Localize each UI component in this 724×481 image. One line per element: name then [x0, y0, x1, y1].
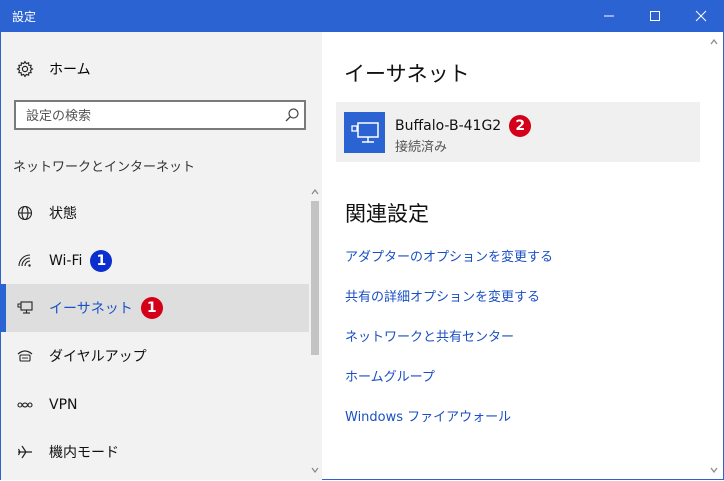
airplane-icon [15, 442, 35, 462]
sidebar-item-vpn[interactable]: VPN [1, 381, 309, 429]
sidebar: ホーム ネットワークとインターネット 状態 [1, 32, 322, 480]
search-icon[interactable] [284, 107, 300, 127]
gear-icon [15, 59, 35, 79]
title-bar: 設定 [0, 0, 724, 32]
sidebar-item-status[interactable]: 状態 [1, 189, 309, 237]
minimize-button[interactable] [586, 0, 632, 32]
main-scrollbar[interactable] [708, 33, 720, 479]
network-name: Buffalo-B-41G2 [395, 118, 502, 134]
scroll-down-icon[interactable] [709, 465, 719, 475]
link-advanced-sharing[interactable]: 共有の詳細オプションを変更する [345, 286, 540, 305]
related-settings-heading: 関連設定 [345, 202, 429, 226]
home-label: ホーム [49, 62, 91, 78]
annotation-badge: 1 [140, 297, 163, 319]
link-homegroup[interactable]: ホームグループ [345, 366, 435, 385]
link-adapter-options[interactable]: アダプターのオプションを変更する [345, 246, 553, 265]
sidebar-item-label: ダイヤルアップ [49, 349, 147, 365]
sidebar-item-wifi[interactable]: Wi-Fi 1 [1, 237, 309, 285]
ethernet-icon [344, 112, 385, 153]
sidebar-item-dialup[interactable]: ダイヤルアップ [1, 332, 309, 380]
close-icon [695, 10, 707, 22]
dialup-icon [15, 346, 35, 366]
window-title: 設定 [12, 10, 37, 24]
scroll-up-icon[interactable] [310, 187, 320, 197]
sidebar-item-label: VPN [49, 397, 78, 413]
wifi-icon [15, 251, 35, 271]
scroll-down-icon[interactable] [310, 465, 320, 475]
search-input[interactable] [24, 106, 278, 126]
network-connection-card[interactable]: Buffalo-B-41G2 2 接続済み [336, 102, 700, 162]
close-button[interactable] [678, 0, 724, 32]
maximize-button[interactable] [632, 0, 678, 32]
section-heading: ネットワークとインターネット [13, 160, 196, 175]
vpn-icon [15, 395, 35, 415]
annotation-badge: 1 [90, 250, 113, 272]
page-title: イーサネット [344, 62, 470, 86]
sidebar-item-airplane[interactable]: 機内モード [1, 428, 309, 476]
search-box[interactable] [14, 100, 306, 130]
sidebar-item-label: 状態 [49, 206, 77, 222]
scroll-up-icon[interactable] [709, 37, 719, 47]
minimize-icon [604, 15, 614, 17]
sidebar-item-label: 機内モード [49, 445, 119, 461]
annotation-badge: 2 [509, 115, 532, 137]
network-status: 接続済み [395, 140, 448, 155]
network-name-row: Buffalo-B-41G2 2 [395, 115, 532, 137]
globe-icon [15, 203, 35, 223]
ethernet-icon [15, 298, 35, 318]
sidebar-item-label: イーサネット [49, 301, 133, 317]
sidebar-item-ethernet[interactable]: イーサネット 1 [1, 284, 309, 332]
link-network-sharing-center[interactable]: ネットワークと共有センター [345, 326, 514, 345]
sidebar-home[interactable]: ホーム [15, 59, 91, 79]
selection-indicator [1, 284, 6, 332]
sidebar-item-label: Wi-Fi [49, 253, 83, 269]
scrollbar-thumb[interactable] [311, 201, 319, 355]
maximize-icon [650, 11, 660, 21]
link-windows-firewall[interactable]: Windows ファイアウォール [345, 406, 511, 425]
sidebar-scrollbar[interactable] [309, 183, 321, 479]
